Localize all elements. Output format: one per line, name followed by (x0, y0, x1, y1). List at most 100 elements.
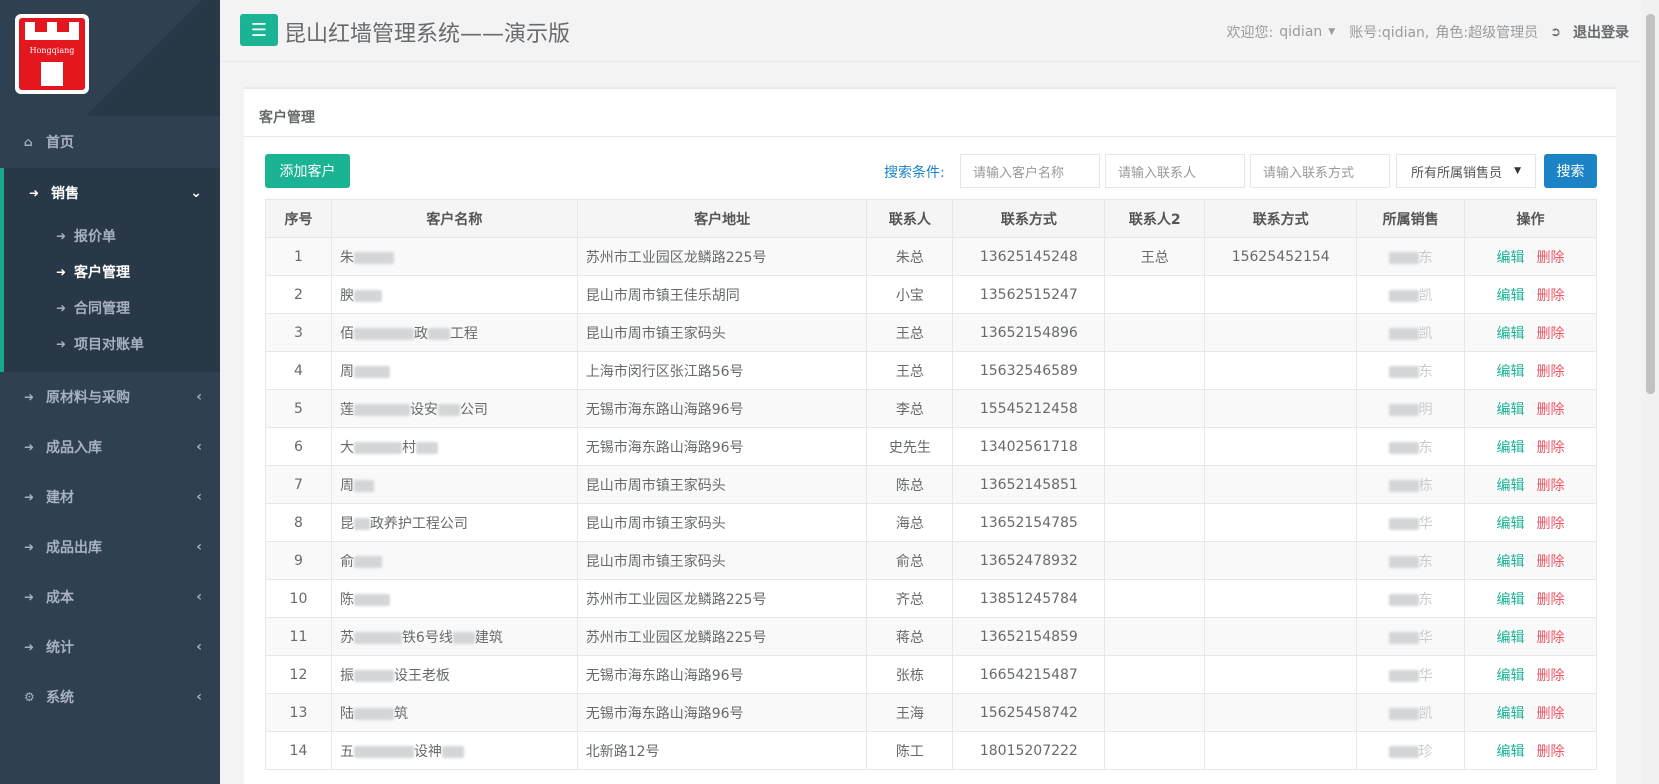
edit-link[interactable]: 编辑 (1497, 361, 1525, 381)
cell-sales: 东 (1356, 579, 1466, 618)
delete-link[interactable]: 删除 (1537, 247, 1565, 267)
cell-contact: 王总 (866, 351, 954, 390)
nav-item-cost[interactable]: ➜ 成本 ‹ (0, 572, 220, 622)
nav-item-customer[interactable]: ➜ 客户管理 (4, 254, 220, 290)
customer-table: 序号 客户名称 客户地址 联系人 联系方式 联系人2 联系方式 所属销售 操作 … (265, 199, 1597, 770)
cell-name: 朱 (330, 237, 578, 276)
cell-no: 8 (265, 503, 332, 542)
cell-address: 无锡市海东路山海路96号 (576, 655, 868, 694)
table-row: 4 周上海市闵行区张江路56号 王总 15632546589 东编辑 删除 (265, 351, 1597, 390)
cell-contact2: 王总 (1104, 237, 1206, 276)
delete-link[interactable]: 删除 (1537, 589, 1565, 609)
logo-area: Hongqiang (0, 0, 220, 116)
cell-address: 昆山市周市镇王佳乐胡同 (576, 275, 868, 314)
redacted-text (353, 517, 370, 530)
delete-link[interactable]: 删除 (1537, 741, 1565, 761)
nav-item-contract[interactable]: ➜ 合同管理 (4, 290, 220, 326)
delete-link[interactable]: 删除 (1537, 399, 1565, 419)
logo[interactable]: Hongqiang (15, 14, 89, 94)
nav-item-sales[interactable]: ➜ 销售 ⌄ (4, 168, 220, 218)
col-header[interactable]: 联系人 (866, 199, 954, 238)
nav-item-stats[interactable]: ➜ 统计 ‹ (0, 622, 220, 672)
nav-item-inbound[interactable]: ➜ 成品入库 ‹ (0, 422, 220, 472)
delete-link[interactable]: 删除 (1537, 437, 1565, 457)
cell-contact2 (1104, 503, 1206, 542)
cell-contact2 (1104, 465, 1206, 504)
cell-name: 大村 (330, 427, 578, 466)
nav-item-statement[interactable]: ➜ 项目对账单 (4, 326, 220, 362)
delete-link[interactable]: 删除 (1537, 323, 1565, 343)
customer-name-input[interactable]: 请输入客户名称 (960, 154, 1100, 188)
col-header[interactable]: 操作 (1464, 199, 1597, 238)
edit-link[interactable]: 编辑 (1497, 285, 1525, 305)
delete-link[interactable]: 删除 (1537, 665, 1565, 685)
customer-panel: 客户管理 添加客户 搜索条件: 请输入客户名称 请输入联系人 请输入联系方式 所… (244, 87, 1616, 784)
cell-contact2 (1104, 617, 1206, 656)
cell-contact: 张栋 (866, 655, 954, 694)
delete-link[interactable]: 删除 (1537, 285, 1565, 305)
col-header[interactable]: 联系方式 (1204, 199, 1358, 238)
nav-item-outbound[interactable]: ➜ 成品出库 ‹ (0, 522, 220, 572)
cell-actions: 编辑 删除 (1464, 617, 1597, 656)
cell-actions: 编辑 删除 (1464, 503, 1597, 542)
edit-link[interactable]: 编辑 (1497, 551, 1525, 571)
col-header[interactable]: 联系方式 (952, 199, 1106, 238)
col-header[interactable]: 所属销售 (1356, 199, 1466, 238)
col-header[interactable]: 联系人2 (1104, 199, 1206, 238)
edit-link[interactable]: 编辑 (1497, 247, 1525, 267)
sales-select[interactable]: 所有所属销售员 ▼ (1396, 154, 1536, 188)
cell-name: 振设王老板 (330, 655, 578, 694)
cell-phone2 (1204, 503, 1358, 542)
cell-name: 俞 (330, 541, 578, 580)
page-scrollbar[interactable] (1642, 0, 1659, 784)
delete-link[interactable]: 删除 (1537, 627, 1565, 647)
scrollbar-thumb[interactable] (1646, 14, 1655, 394)
delete-link[interactable]: 删除 (1537, 475, 1565, 495)
col-header[interactable]: 客户名称 (330, 199, 578, 238)
cell-address: 苏州市工业园区龙鳞路225号 (576, 237, 868, 276)
cell-actions: 编辑 删除 (1464, 351, 1597, 390)
cell-phone: 13652154785 (952, 503, 1106, 542)
col-header[interactable]: 客户地址 (576, 199, 868, 238)
cell-phone: 13625145248 (952, 237, 1106, 276)
delete-link[interactable]: 删除 (1537, 361, 1565, 381)
edit-link[interactable]: 编辑 (1497, 513, 1525, 533)
cell-contact2 (1104, 579, 1206, 618)
contact-input[interactable]: 请输入联系人 (1105, 154, 1245, 188)
edit-link[interactable]: 编辑 (1497, 437, 1525, 457)
cell-actions: 编辑 删除 (1464, 313, 1597, 352)
table-row: 7 周昆山市周市镇王家码头 陈总 13652145851 栋编辑 删除 (265, 465, 1597, 504)
main-nav: ⌂ 首页 ➜ 销售 ⌄ ➜ 报价单 ➜ 客户管理 ➜ 合同管理 ➜ 项目对账单 … (0, 116, 220, 722)
edit-link[interactable]: 编辑 (1497, 741, 1525, 761)
delete-link[interactable]: 删除 (1537, 513, 1565, 533)
phone-input[interactable]: 请输入联系方式 (1250, 154, 1390, 188)
redacted-text (1388, 327, 1419, 340)
redacted-text (441, 745, 464, 758)
nav-item-home[interactable]: ⌂ 首页 (0, 116, 220, 168)
col-header[interactable]: 序号 (265, 199, 332, 238)
delete-link[interactable]: 删除 (1537, 551, 1565, 571)
cell-contact2 (1104, 693, 1206, 732)
edit-link[interactable]: 编辑 (1497, 399, 1525, 419)
nav-item-materials[interactable]: ➜ 原材料与采购 ‹ (0, 372, 220, 422)
edit-link[interactable]: 编辑 (1497, 627, 1525, 647)
edit-link[interactable]: 编辑 (1497, 703, 1525, 723)
user-info: 欢迎您: qidian ▼ 账号:qidian, 角色:超级管理员 ➲ 退出登录 (1227, 22, 1629, 42)
edit-link[interactable]: 编辑 (1497, 323, 1525, 343)
sales-submenu: ➜ 报价单 ➜ 客户管理 ➜ 合同管理 ➜ 项目对账单 (4, 218, 220, 372)
cell-name: 昆政养护工程公司 (330, 503, 578, 542)
nav-item-quote[interactable]: ➜ 报价单 (4, 218, 220, 254)
edit-link[interactable]: 编辑 (1497, 475, 1525, 495)
user-dropdown[interactable]: qidian (1279, 24, 1322, 40)
delete-link[interactable]: 删除 (1537, 703, 1565, 723)
cell-contact: 王总 (866, 313, 954, 352)
logout-link[interactable]: 退出登录 (1573, 22, 1629, 42)
menu-toggle-button[interactable]: ☰ (240, 14, 278, 46)
nav-item-building[interactable]: ➜ 建材 ‹ (0, 472, 220, 522)
edit-link[interactable]: 编辑 (1497, 589, 1525, 609)
edit-link[interactable]: 编辑 (1497, 665, 1525, 685)
search-button[interactable]: 搜索 (1544, 154, 1597, 188)
cell-actions: 编辑 删除 (1464, 693, 1597, 732)
nav-item-system[interactable]: ⚙ 系统 ‹ (0, 672, 220, 722)
add-customer-button[interactable]: 添加客户 (265, 154, 350, 188)
